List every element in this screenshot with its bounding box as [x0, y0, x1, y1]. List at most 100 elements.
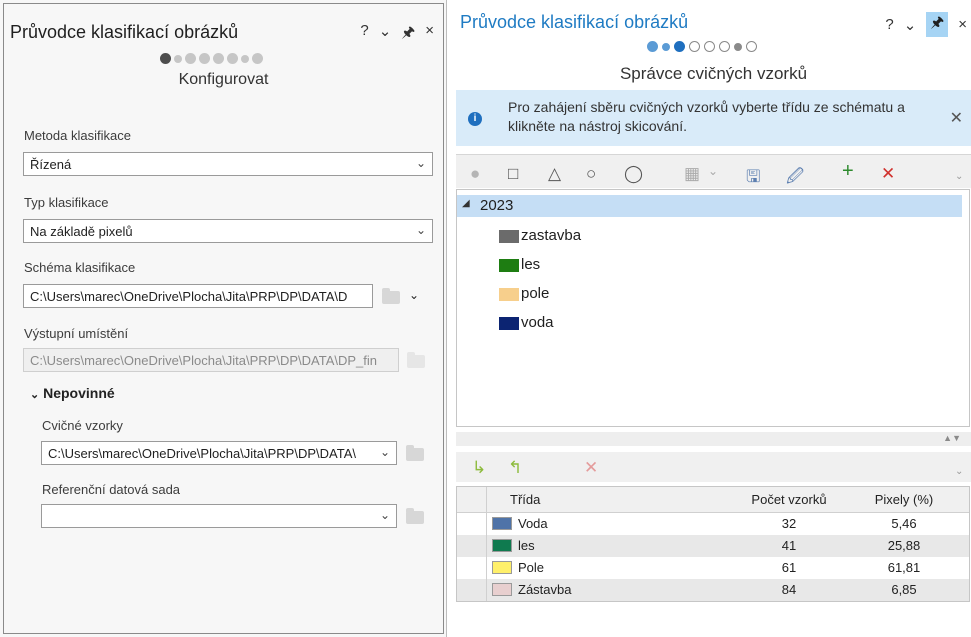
segment-picker-icon[interactable]: ▦: [684, 164, 700, 184]
rectangle-tool-icon[interactable]: □: [508, 164, 518, 184]
right-classification-wizard-pane: Průvodce klasifikací obrázků ? ⌄ 🖈 × Spr…: [456, 0, 971, 637]
help-icon[interactable]: ?: [360, 22, 368, 47]
select-all-cell[interactable]: [457, 487, 487, 513]
samples-toolbar: ↳ ↰ ✕ ⌄: [456, 452, 971, 482]
chevron-down-icon: ⌄: [415, 156, 426, 170]
class-schema-tree: ◢ 2023 zastavba les pole voda: [456, 189, 970, 427]
left-classification-wizard-pane: Průvodce klasifikací obrázků ? ⌄ 🖈 × Kon…: [0, 0, 447, 637]
browse-folder-icon: [407, 352, 425, 368]
chevron-down-icon: ⌄: [379, 508, 390, 522]
step-dot: [746, 41, 757, 52]
training-samples-dropdown[interactable]: C:\Users\marec\OneDrive\Plocha\Jita\PRP\…: [41, 441, 397, 465]
step-title-configure: Konfigurovat: [178, 71, 269, 88]
pixels-cell: 61,81: [887, 560, 921, 575]
circle-tool-icon[interactable]: ○: [586, 164, 596, 184]
chevron-down-icon: ⌄: [30, 389, 40, 401]
step-dot-done: [662, 42, 670, 51]
classification-method-dropdown[interactable]: Řízená ⌄: [23, 152, 433, 176]
classification-method-value: Řízená: [30, 157, 72, 172]
sketch-toolbar: ● □ △ ○ ◯ ▦ ⌄ 🖫 🖉 + ✕ ⌄: [456, 154, 971, 188]
optional-section-label: Nepovinné: [43, 385, 115, 401]
class-color-swatch: [499, 259, 519, 272]
tree-class-label: voda: [521, 314, 554, 331]
class-name: Zástavba: [518, 582, 572, 597]
delete-sample-icon[interactable]: ✕: [584, 458, 598, 478]
class-name: Pole: [518, 560, 545, 575]
left-pane-title: Průvodce klasifikací obrázků: [10, 22, 239, 42]
chevron-down-icon: ⌄: [415, 223, 426, 237]
step-dot: [199, 53, 210, 64]
class-color-swatch: [499, 317, 519, 330]
step-dot-done: [647, 41, 658, 52]
schema-options-chevron-icon[interactable]: ⌄: [409, 288, 419, 302]
pin-icon[interactable]: 🖈: [401, 22, 415, 47]
overflow-icon[interactable]: ⌄: [955, 171, 963, 182]
split-samples-icon[interactable]: ↰: [508, 458, 522, 478]
browse-folder-icon[interactable]: [382, 288, 400, 304]
reference-dataset-dropdown[interactable]: ⌄: [41, 504, 397, 528]
column-header-class[interactable]: Třída: [488, 487, 733, 513]
options-chevron-icon[interactable]: ⌄: [379, 22, 392, 47]
class-name-cell: Pole: [488, 557, 733, 579]
tree-class-label: zastavba: [521, 227, 582, 244]
class-name: Voda: [518, 516, 548, 531]
step-dot: [213, 53, 224, 64]
table-row[interactable]: Pole 61 61,81: [457, 557, 969, 579]
class-color-swatch: [492, 561, 512, 574]
row-selector[interactable]: [457, 557, 487, 579]
left-pane-controls: ? ⌄ 🖈 ×: [360, 22, 434, 47]
table-header-row: Třída Počet vzorků Pixely (%): [457, 487, 969, 513]
merge-samples-icon[interactable]: ↳: [472, 458, 486, 478]
reference-dataset-label: Referenční datová sada: [42, 482, 181, 497]
output-location-input[interactable]: C:\Users\marec\OneDrive\Plocha\Jita\PRP\…: [23, 348, 399, 372]
close-icon[interactable]: ×: [425, 22, 434, 47]
sample-count-cell: 84: [781, 582, 797, 597]
step-dot-current: [160, 53, 171, 64]
step-dot: [252, 53, 263, 64]
class-name-cell: les: [488, 535, 733, 557]
column-header-sample-count[interactable]: Počet vzorků: [734, 487, 844, 513]
step-dot: [689, 41, 700, 52]
step-title-training-sample-manager: Správce cvičných vzorků: [619, 64, 808, 83]
classification-method-label: Metoda klasifikace: [24, 128, 131, 143]
polygon-tool-icon[interactable]: △: [548, 164, 561, 184]
browse-folder-icon[interactable]: [406, 508, 424, 524]
row-selector[interactable]: [457, 579, 487, 601]
table-row[interactable]: Voda 32 5,46: [457, 513, 969, 535]
pixels-cell: 6,85: [891, 582, 917, 597]
tree-root-node[interactable]: ◢ 2023: [457, 195, 962, 217]
browse-folder-icon[interactable]: [406, 445, 424, 461]
output-location-value: C:\Users\marec\OneDrive\Plocha\Jita\PRP\…: [30, 353, 378, 368]
right-pane-title: Průvodce klasifikací obrázků: [460, 12, 689, 32]
row-selector[interactable]: [457, 535, 487, 557]
class-name-cell: Voda: [488, 513, 733, 535]
tree-class-label: les: [521, 256, 541, 273]
class-color-swatch: [492, 583, 512, 596]
add-class-icon[interactable]: +: [842, 160, 854, 183]
optional-section-header[interactable]: ⌄ Nepovinné: [30, 385, 115, 401]
row-selector[interactable]: [457, 513, 487, 535]
chevron-down-icon[interactable]: ⌄: [708, 164, 718, 178]
collapse-arrow-icon[interactable]: ◢: [462, 198, 470, 209]
pin-icon[interactable]: 🖈: [926, 12, 949, 37]
info-message-text: Pro zahájení sběru cvičných vzorků vyber…: [508, 99, 905, 134]
table-row[interactable]: les 41 25,88: [457, 535, 969, 557]
step-dot: [185, 53, 196, 64]
options-chevron-icon[interactable]: ⌄: [904, 16, 917, 34]
freehand-tool-icon[interactable]: ◯: [624, 164, 643, 184]
close-icon[interactable]: ✕: [950, 108, 963, 128]
table-row[interactable]: Zástavba 84 6,85: [457, 579, 969, 601]
close-icon[interactable]: ×: [958, 16, 967, 33]
chevron-down-icon: ⌄: [379, 445, 390, 459]
pixels-cell: 5,46: [891, 516, 917, 531]
info-icon: i: [468, 112, 482, 126]
point-tool-icon[interactable]: ●: [470, 164, 480, 184]
help-icon[interactable]: ?: [885, 16, 893, 33]
overflow-icon[interactable]: ⌄: [955, 466, 963, 477]
sample-count-cell: 61: [781, 560, 797, 575]
remove-class-icon[interactable]: ✕: [881, 164, 895, 184]
column-header-pixels[interactable]: Pixely (%): [844, 487, 964, 513]
classification-schema-input[interactable]: C:\Users\marec\OneDrive\Plocha\Jita\PRP\…: [23, 284, 373, 308]
classification-type-dropdown[interactable]: Na základě pixelů ⌄: [23, 219, 433, 243]
pane-splitter[interactable]: ▲▼: [456, 432, 971, 446]
